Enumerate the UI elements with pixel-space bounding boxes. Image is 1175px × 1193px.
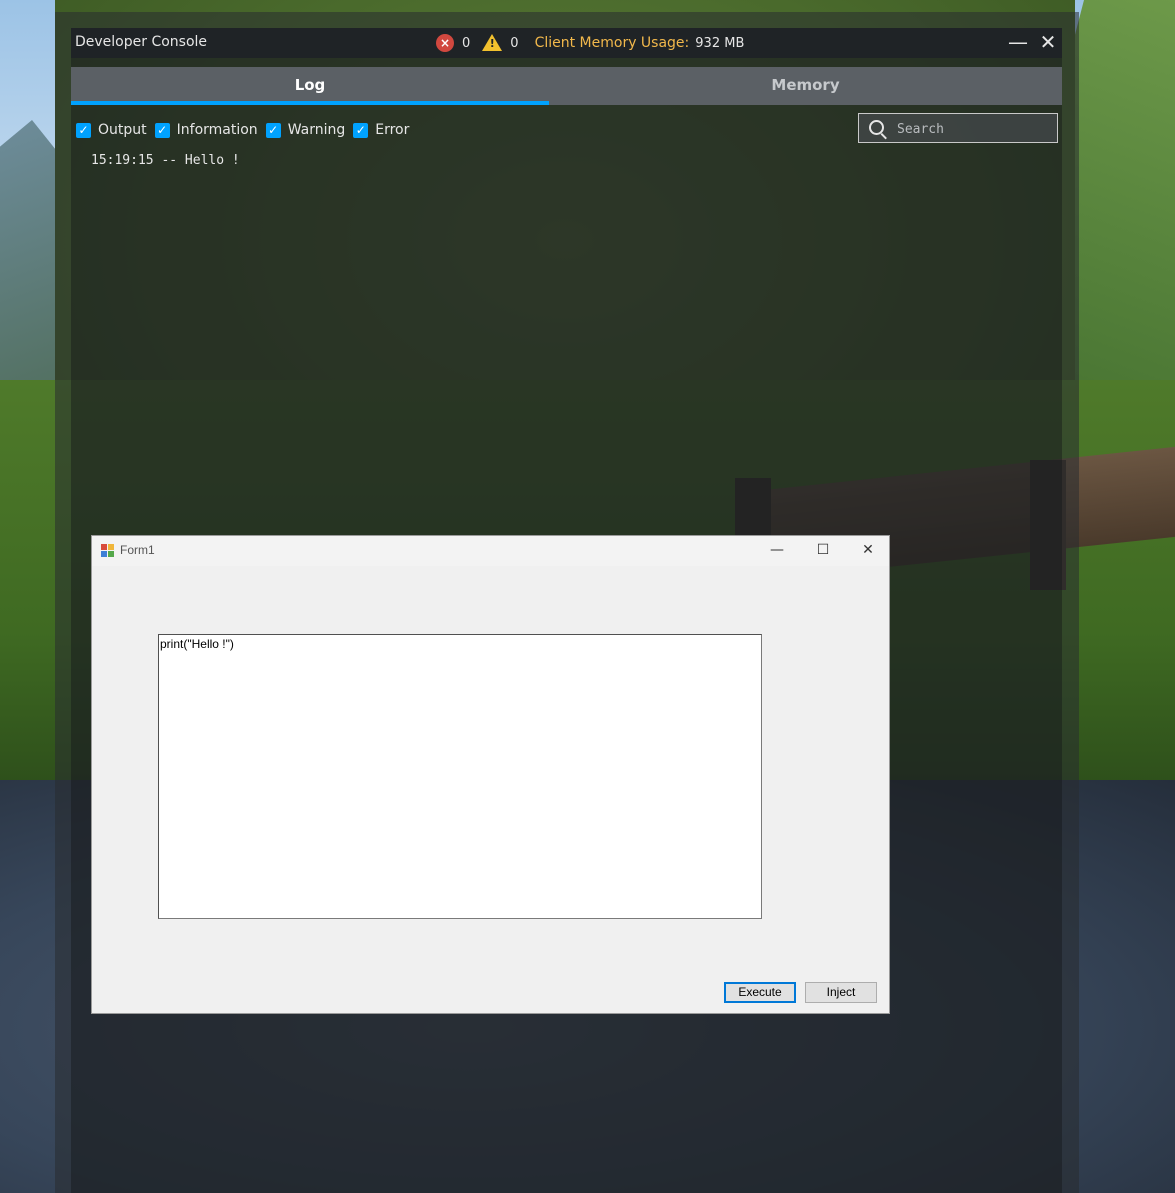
console-tabs: Log Memory bbox=[71, 67, 1062, 105]
form1-window: Form1 — ☐ ✕ print("Hello !") Execute Inj… bbox=[91, 535, 890, 1014]
filter-label: Output bbox=[98, 122, 147, 138]
checkbox-checked-icon[interactable]: ✓ bbox=[265, 122, 281, 138]
search-box[interactable] bbox=[858, 113, 1058, 143]
close-icon[interactable]: ✕ bbox=[1033, 28, 1063, 58]
filter-information[interactable]: ✓ Information bbox=[154, 122, 258, 138]
filter-error[interactable]: ✓ Error bbox=[353, 122, 409, 138]
app-icon bbox=[101, 544, 114, 557]
console-status: × 0 ! 0 Client Memory Usage: 932 MB bbox=[436, 33, 744, 53]
active-tab-indicator bbox=[71, 101, 549, 105]
form1-titlebar[interactable]: Form1 — ☐ ✕ bbox=[92, 536, 889, 566]
minimize-icon[interactable]: — bbox=[1003, 28, 1033, 58]
log-filters: ✓ Output ✓ Information ✓ Warning ✓ Error bbox=[76, 120, 417, 140]
filter-output[interactable]: ✓ Output bbox=[76, 122, 147, 138]
minimize-icon[interactable]: — bbox=[754, 536, 800, 566]
maximize-icon[interactable]: ☐ bbox=[800, 536, 846, 566]
warning-icon: ! bbox=[482, 34, 503, 52]
inject-button[interactable]: Inject bbox=[805, 982, 877, 1003]
filter-label: Error bbox=[375, 122, 410, 138]
checkbox-checked-icon[interactable]: ✓ bbox=[76, 122, 91, 138]
log-entry: 15:19:15 -- Hello ! bbox=[91, 153, 240, 168]
error-icon: × bbox=[436, 34, 454, 52]
tab-log[interactable]: Log bbox=[71, 67, 549, 105]
checkbox-checked-icon[interactable]: ✓ bbox=[154, 122, 170, 138]
tab-memory[interactable]: Memory bbox=[549, 67, 1062, 105]
console-title: Developer Console bbox=[75, 34, 208, 50]
memory-label: Client Memory Usage: bbox=[534, 35, 690, 51]
script-editor[interactable]: print("Hello !") bbox=[158, 634, 762, 919]
warning-count: 0 bbox=[510, 35, 519, 51]
memory-value: 932 MB bbox=[695, 35, 745, 51]
execute-button[interactable]: Execute bbox=[724, 982, 796, 1003]
checkbox-checked-icon[interactable]: ✓ bbox=[353, 122, 369, 138]
search-input[interactable] bbox=[895, 119, 1049, 139]
form1-title: Form1 bbox=[120, 543, 155, 557]
filter-label: Information bbox=[176, 122, 258, 138]
console-titlebar[interactable]: Developer Console × 0 ! 0 Client Memory … bbox=[71, 28, 1062, 58]
close-icon[interactable]: ✕ bbox=[845, 536, 891, 566]
error-count: 0 bbox=[462, 35, 471, 51]
search-icon bbox=[869, 120, 884, 135]
filter-warning[interactable]: ✓ Warning bbox=[265, 122, 346, 138]
filter-label: Warning bbox=[287, 122, 346, 138]
